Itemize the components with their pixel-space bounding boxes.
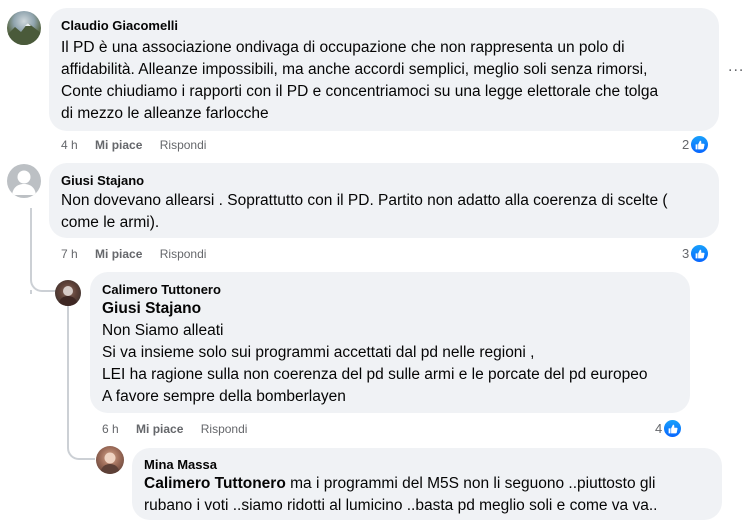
comment-line: Non dovevano allearsi . Soprattutto con … xyxy=(61,192,668,209)
comment-line: Il PD è una associazione ondivaga di occ… xyxy=(61,39,625,56)
comment-timestamp[interactable]: 4 h xyxy=(61,138,78,152)
comment-line: Conte chiudiamo i rapporti con il PD e c… xyxy=(61,83,659,100)
comment-actions: 6 h Mi piace Rispondi xyxy=(102,422,261,436)
default-avatar-icon xyxy=(12,170,36,195)
comment-bubble: Claudio Giacomelli Il PD è una associazi… xyxy=(49,8,719,131)
reaction-count[interactable]: 4 xyxy=(655,419,683,438)
comment-text: Non dovevano allearsi . Soprattutto con … xyxy=(61,190,707,234)
comment-author[interactable]: Giusi Stajano xyxy=(61,173,707,188)
like-icon xyxy=(663,419,683,438)
avatar-photo-icon xyxy=(58,286,78,306)
comment-line: LEI ha ragione sulla non coerenza del pd… xyxy=(102,366,648,383)
comment-line: A favore sempre della bomberlayen xyxy=(102,388,346,405)
reaction-number: 3 xyxy=(682,246,690,261)
comment-author[interactable]: Claudio Giacomelli xyxy=(61,18,707,33)
comment-text: Il PD è una associazione ondivaga di occ… xyxy=(61,37,707,125)
comment-bubble: Mina Massa Calimero Tuttonero ma i progr… xyxy=(132,448,722,520)
avatar[interactable] xyxy=(7,164,41,198)
comment-line: rubano i voti ..siamo ridotti al lumicin… xyxy=(144,497,658,514)
reply-button[interactable]: Rispondi xyxy=(160,138,207,152)
reaction-number: 4 xyxy=(655,421,663,436)
comment-line: di mezzo le alleanze farlocche xyxy=(61,105,269,122)
reaction-count[interactable]: 3 xyxy=(682,244,710,263)
comment-text: Giusi Stajano Non Siamo alleati Si va in… xyxy=(102,298,678,408)
like-button[interactable]: Mi piace xyxy=(95,138,142,152)
avatar[interactable] xyxy=(55,280,81,306)
reaction-number: 2 xyxy=(682,137,690,152)
avatar-photo-icon xyxy=(100,452,120,474)
comment-actions: 7 h Mi piace Rispondi xyxy=(61,247,220,261)
comment-line: come le armi). xyxy=(61,214,160,231)
comment-author[interactable]: Mina Massa xyxy=(144,457,710,472)
avatar-landscape-icon xyxy=(7,23,41,45)
mention-link[interactable]: Giusi Stajano xyxy=(102,298,678,320)
comment-text: Calimero Tuttonero ma i programmi del M5… xyxy=(144,473,710,517)
mention-link[interactable]: Calimero Tuttonero xyxy=(144,475,286,492)
comment-actions: 4 h Mi piace Rispondi xyxy=(61,138,220,152)
like-button[interactable]: Mi piace xyxy=(136,422,183,436)
comment-line: affidabilità. Alleanze impossibili, ma a… xyxy=(61,61,648,78)
comment-line: Si va insieme solo sui programmi accetta… xyxy=(102,344,535,361)
comment-line: ma i programmi del M5S non li seguono ..… xyxy=(285,475,656,492)
like-button[interactable]: Mi piace xyxy=(95,247,142,261)
comment-bubble: Calimero Tuttonero Giusi Stajano Non Sia… xyxy=(90,272,690,413)
reply-button[interactable]: Rispondi xyxy=(160,247,207,261)
comment-author[interactable]: Calimero Tuttonero xyxy=(102,282,678,297)
comment-timestamp[interactable]: 6 h xyxy=(102,422,119,436)
comment-timestamp[interactable]: 7 h xyxy=(61,247,78,261)
comment-line: Non Siamo alleati xyxy=(102,322,224,339)
like-icon xyxy=(690,135,710,154)
avatar[interactable] xyxy=(7,11,41,45)
comment-bubble: Giusi Stajano Non dovevano allearsi . So… xyxy=(49,163,719,238)
like-icon xyxy=(690,244,710,263)
reaction-count[interactable]: 2 xyxy=(682,135,710,154)
reply-button[interactable]: Rispondi xyxy=(201,422,248,436)
more-options-button[interactable]: ... xyxy=(728,58,743,76)
avatar[interactable] xyxy=(96,446,124,474)
thread-line xyxy=(30,290,32,294)
